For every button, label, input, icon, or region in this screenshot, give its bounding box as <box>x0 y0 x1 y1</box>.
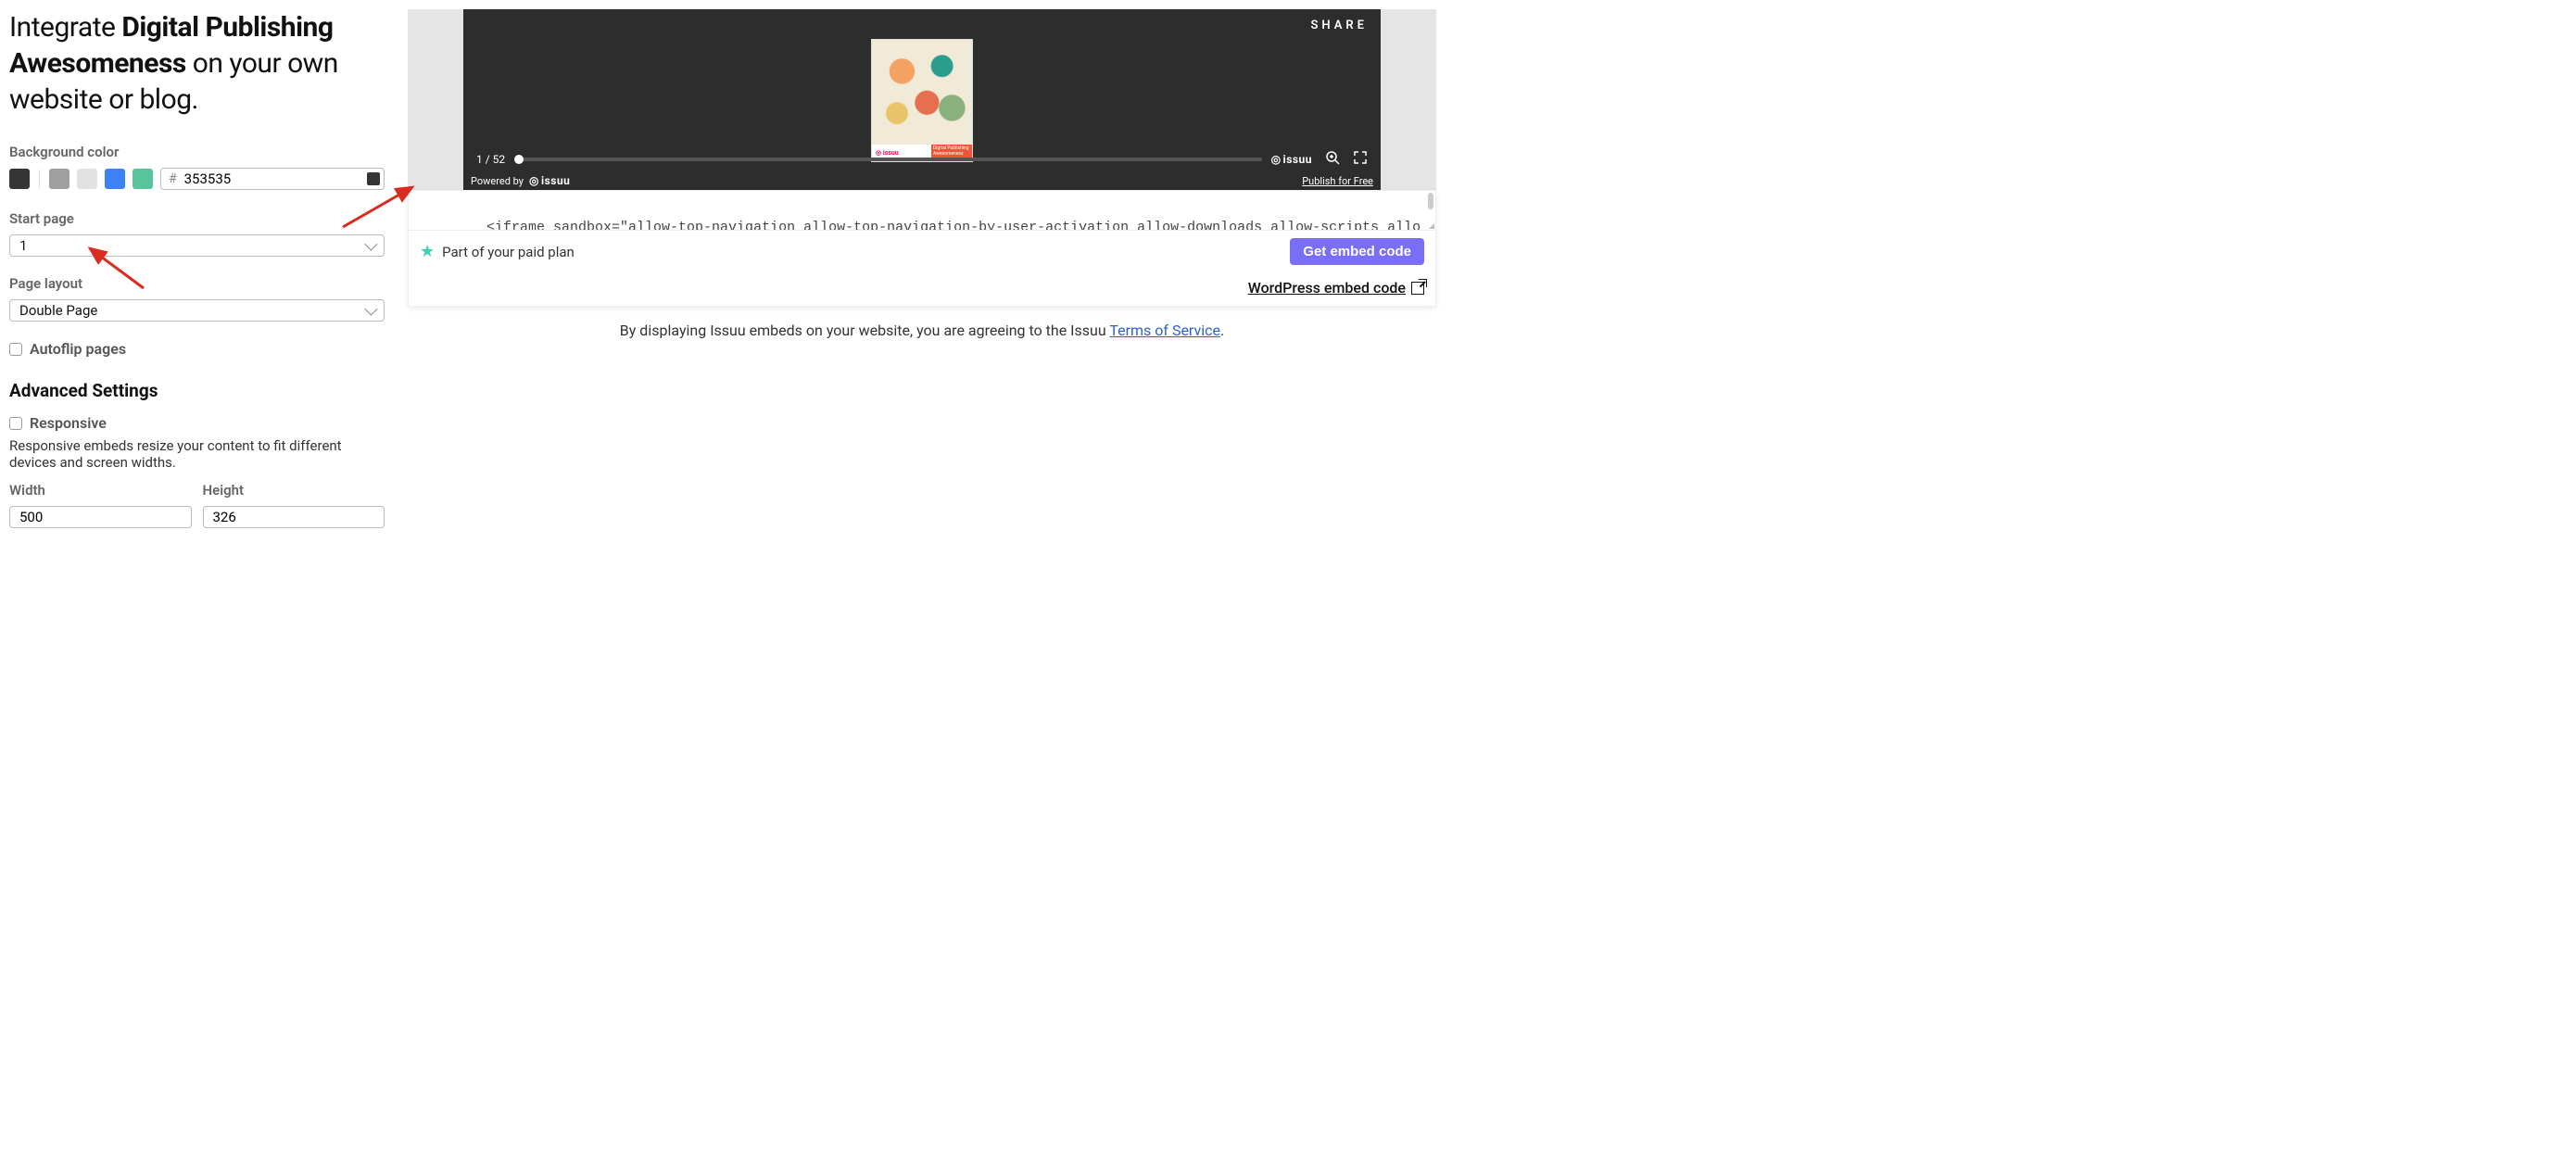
plan-text: Part of your paid plan <box>442 244 575 260</box>
embed-code-text: <iframe sandbox="allow-top-navigation al… <box>420 220 1421 230</box>
preview-container: SHARE ◎ issuu Digital Publishing Awesome… <box>408 9 1436 190</box>
bg-color-label: Background color <box>9 144 385 160</box>
progress-handle-icon[interactable] <box>514 155 524 164</box>
page-indicator: 1 / 52 <box>476 153 505 166</box>
responsive-help-text: Responsive embeds resize your content to… <box>9 437 385 471</box>
embed-code-textarea[interactable]: <iframe sandbox="allow-top-navigation al… <box>409 191 1435 230</box>
tos-text: By displaying Issuu embeds on your websi… <box>408 322 1436 339</box>
preview-player: SHARE ◎ issuu Digital Publishing Awesome… <box>463 9 1381 190</box>
width-label: Width <box>9 482 192 499</box>
cover-art <box>872 40 972 145</box>
fullscreen-icon[interactable] <box>1353 150 1368 168</box>
star-icon: ★ <box>420 242 435 261</box>
external-link-icon <box>1411 282 1424 295</box>
chevron-down-icon <box>364 238 377 251</box>
tos-prefix: By displaying Issuu embeds on your websi… <box>620 322 1110 339</box>
headline-prefix: Integrate <box>9 11 121 44</box>
tos-suffix: . <box>1220 322 1224 339</box>
hex-input-wrap[interactable]: # <box>160 168 385 190</box>
page-layout-select[interactable]: Double Page <box>9 299 385 322</box>
start-page-select[interactable]: 1 <box>9 234 385 257</box>
start-page-label: Start page <box>9 210 385 227</box>
progress-slider[interactable] <box>514 158 1261 161</box>
height-input[interactable] <box>203 506 385 528</box>
issuu-logo-icon[interactable]: ◎issuu <box>1271 153 1312 166</box>
publish-for-free-link[interactable]: Publish for Free <box>1302 175 1373 187</box>
resize-handle-icon[interactable] <box>1429 223 1434 229</box>
wordpress-embed-label: WordPress embed code <box>1248 279 1406 297</box>
hash-symbol: # <box>161 171 184 186</box>
share-button[interactable]: SHARE <box>1310 19 1368 32</box>
swatch-divider <box>39 170 40 188</box>
zoom-icon[interactable] <box>1325 150 1340 168</box>
autoflip-checkbox[interactable] <box>9 343 22 356</box>
powered-by-text: Powered by <box>471 175 524 187</box>
wordpress-embed-link[interactable]: WordPress embed code <box>1248 279 1424 297</box>
page-layout-label: Page layout <box>9 275 385 292</box>
start-page-value: 1 <box>19 237 27 254</box>
responsive-label: Responsive <box>30 414 107 432</box>
hex-preview-swatch <box>367 172 380 185</box>
swatch-dark[interactable] <box>9 169 30 189</box>
swatch-gray[interactable] <box>49 169 69 189</box>
scrollbar[interactable] <box>1428 193 1433 209</box>
advanced-settings-title: Advanced Settings <box>9 380 385 401</box>
swatch-blue[interactable] <box>105 169 125 189</box>
responsive-checkbox[interactable] <box>9 417 22 430</box>
swatch-light[interactable] <box>77 169 97 189</box>
headline: Integrate Digital Publishing Awesomeness… <box>9 9 385 118</box>
publication-cover[interactable]: ◎ issuu Digital Publishing Awesomeness <box>871 39 973 162</box>
page-layout-value: Double Page <box>19 302 97 319</box>
swatch-green[interactable] <box>133 169 153 189</box>
width-input[interactable] <box>9 506 192 528</box>
height-label: Height <box>203 482 385 499</box>
chevron-down-icon <box>364 303 377 316</box>
hex-input[interactable] <box>184 170 367 187</box>
autoflip-label: Autoflip pages <box>30 340 126 358</box>
issuu-logo-footer-icon[interactable]: ◎issuu <box>529 174 570 187</box>
get-embed-code-button[interactable]: Get embed code <box>1290 238 1424 265</box>
tos-link[interactable]: Terms of Service <box>1109 322 1220 339</box>
